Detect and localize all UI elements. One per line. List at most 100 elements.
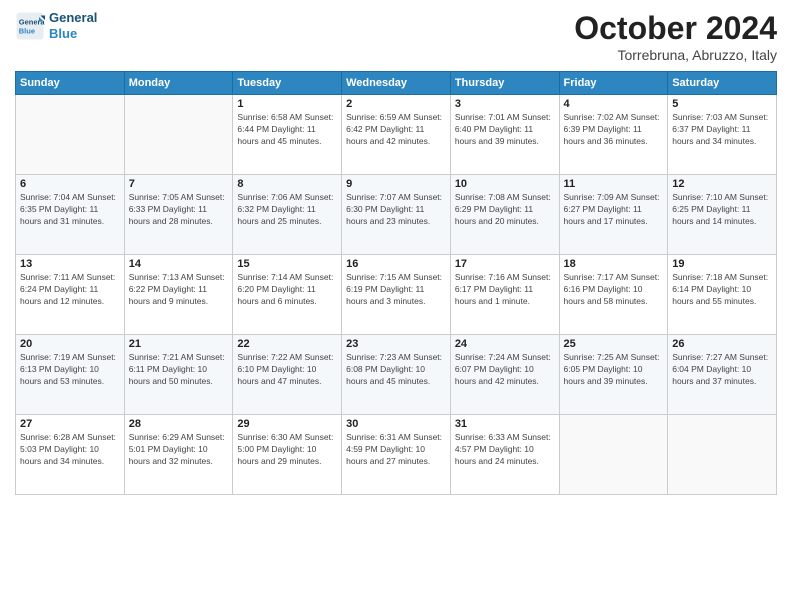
- col-thursday: Thursday: [450, 72, 559, 95]
- cell-info: Sunrise: 7:04 AM Sunset: 6:35 PM Dayligh…: [20, 192, 120, 228]
- table-row: 23Sunrise: 7:23 AM Sunset: 6:08 PM Dayli…: [342, 335, 451, 415]
- col-monday: Monday: [124, 72, 233, 95]
- table-row: 14 Sunrise: 7:13 AM Sunset: 6:22 PM Dayli…: [124, 255, 233, 335]
- logo-line1: General: [49, 10, 97, 26]
- day-number: 11: [564, 178, 664, 190]
- week-row-4: 27Sunrise: 6:28 AM Sunset: 5:03 PM Dayli…: [16, 415, 777, 495]
- cell-info: Sunrise: 7:19 AM Sunset: 6:13 PM Dayligh…: [20, 352, 120, 388]
- day-number: 21: [129, 338, 229, 350]
- cell-info: Sunrise: 7:07 AM Sunset: 6:30 PM Dayligh…: [346, 192, 446, 228]
- table-row: 20 Sunrise: 7:19 AM Sunset: 6:13 PM Dayli…: [16, 335, 125, 415]
- cell-info: Sunrise: 7:11 AM Sunset: 6:24 PM Dayligh…: [20, 272, 120, 308]
- table-row: [668, 415, 777, 495]
- table-row: [124, 95, 233, 175]
- table-row: 25 Sunrise: 7:25 AM Sunset: 6:05 PM Dayli…: [559, 335, 668, 415]
- table-row: 18Sunrise: 7:17 AM Sunset: 6:16 PM Dayli…: [559, 255, 668, 335]
- cell-info: Sunrise: 7:25 AM Sunset: 6:05 PM Dayligh…: [564, 352, 664, 388]
- svg-text:Blue: Blue: [19, 26, 35, 35]
- week-row-1: 6 Sunrise: 7:04 AM Sunset: 6:35 PM Daylig…: [16, 175, 777, 255]
- logo-line2: Blue: [49, 26, 97, 42]
- day-number: 30: [346, 418, 446, 430]
- table-row: 28 Sunrise: 6:29 AM Sunset: 5:01 PM Dayli…: [124, 415, 233, 495]
- day-number: 22: [237, 338, 337, 350]
- day-number: 8: [237, 178, 337, 190]
- table-row: 17 Sunrise: 7:16 AM Sunset: 6:17 PM Dayli…: [450, 255, 559, 335]
- calendar-header-row: Sunday Monday Tuesday Wednesday Thursday…: [16, 72, 777, 95]
- day-number: 10: [455, 178, 555, 190]
- cell-info: Sunrise: 6:30 AM Sunset: 5:00 PM Dayligh…: [237, 432, 337, 468]
- cell-info: Sunrise: 6:28 AM Sunset: 5:03 PM Dayligh…: [20, 432, 120, 468]
- month-title: October 2024: [574, 10, 777, 47]
- day-number: 6: [20, 178, 120, 190]
- day-number: 29: [237, 418, 337, 430]
- table-row: 21 Sunrise: 7:21 AM Sunset: 6:11 PM Dayli…: [124, 335, 233, 415]
- header: General Blue General Blue October 2024 T…: [15, 10, 777, 63]
- table-row: 16 Sunrise: 7:15 AM Sunset: 6:19 PM Dayli…: [342, 255, 451, 335]
- cell-info: Sunrise: 7:14 AM Sunset: 6:20 PM Dayligh…: [237, 272, 337, 308]
- table-row: 27Sunrise: 6:28 AM Sunset: 5:03 PM Dayli…: [16, 415, 125, 495]
- week-row-0: 1 Sunrise: 6:58 AM Sunset: 6:44 PM Daylig…: [16, 95, 777, 175]
- day-number: 24: [455, 338, 555, 350]
- day-number: 5: [672, 98, 772, 110]
- cell-info: Sunrise: 7:15 AM Sunset: 6:19 PM Dayligh…: [346, 272, 446, 308]
- calendar-container: General Blue General Blue October 2024 T…: [0, 0, 792, 612]
- cell-info: Sunrise: 7:01 AM Sunset: 6:40 PM Dayligh…: [455, 112, 555, 148]
- table-row: 7 Sunrise: 7:05 AM Sunset: 6:33 PM Daylig…: [124, 175, 233, 255]
- cell-info: Sunrise: 6:59 AM Sunset: 6:42 PM Dayligh…: [346, 112, 446, 148]
- week-row-3: 20 Sunrise: 7:19 AM Sunset: 6:13 PM Dayli…: [16, 335, 777, 415]
- table-row: 9 Sunrise: 7:07 AM Sunset: 6:30 PM Daylig…: [342, 175, 451, 255]
- cell-info: Sunrise: 7:16 AM Sunset: 6:17 PM Dayligh…: [455, 272, 555, 308]
- cell-info: Sunrise: 7:22 AM Sunset: 6:10 PM Dayligh…: [237, 352, 337, 388]
- table-row: 12 Sunrise: 7:10 AM Sunset: 6:25 PM Dayli…: [668, 175, 777, 255]
- day-number: 12: [672, 178, 772, 190]
- col-tuesday: Tuesday: [233, 72, 342, 95]
- day-number: 20: [20, 338, 120, 350]
- table-row: [559, 415, 668, 495]
- day-number: 31: [455, 418, 555, 430]
- col-sunday: Sunday: [16, 72, 125, 95]
- cell-info: Sunrise: 7:13 AM Sunset: 6:22 PM Dayligh…: [129, 272, 229, 308]
- svg-text:General: General: [19, 17, 45, 26]
- cell-info: Sunrise: 7:03 AM Sunset: 6:37 PM Dayligh…: [672, 112, 772, 148]
- day-number: 7: [129, 178, 229, 190]
- cell-info: Sunrise: 7:02 AM Sunset: 6:39 PM Dayligh…: [564, 112, 664, 148]
- day-number: 16: [346, 258, 446, 270]
- cell-info: Sunrise: 7:05 AM Sunset: 6:33 PM Dayligh…: [129, 192, 229, 228]
- table-row: 2 Sunrise: 6:59 AM Sunset: 6:42 PM Daylig…: [342, 95, 451, 175]
- day-number: 28: [129, 418, 229, 430]
- cell-info: Sunrise: 7:08 AM Sunset: 6:29 PM Dayligh…: [455, 192, 555, 228]
- cell-info: Sunrise: 7:21 AM Sunset: 6:11 PM Dayligh…: [129, 352, 229, 388]
- day-number: 17: [455, 258, 555, 270]
- day-number: 2: [346, 98, 446, 110]
- col-saturday: Saturday: [668, 72, 777, 95]
- calendar-table: Sunday Monday Tuesday Wednesday Thursday…: [15, 71, 777, 495]
- day-number: 18: [564, 258, 664, 270]
- day-number: 1: [237, 98, 337, 110]
- col-wednesday: Wednesday: [342, 72, 451, 95]
- day-number: 25: [564, 338, 664, 350]
- table-row: 1 Sunrise: 6:58 AM Sunset: 6:44 PM Daylig…: [233, 95, 342, 175]
- cell-info: Sunrise: 7:10 AM Sunset: 6:25 PM Dayligh…: [672, 192, 772, 228]
- table-row: 3Sunrise: 7:01 AM Sunset: 6:40 PM Daylig…: [450, 95, 559, 175]
- cell-info: Sunrise: 6:33 AM Sunset: 4:57 PM Dayligh…: [455, 432, 555, 468]
- table-row: 15Sunrise: 7:14 AM Sunset: 6:20 PM Dayli…: [233, 255, 342, 335]
- table-row: 31 Sunrise: 6:33 AM Sunset: 4:57 PM Dayli…: [450, 415, 559, 495]
- table-row: 5 Sunrise: 7:03 AM Sunset: 6:37 PM Daylig…: [668, 95, 777, 175]
- table-row: 8 Sunrise: 7:06 AM Sunset: 6:32 PM Daylig…: [233, 175, 342, 255]
- table-row: 19Sunrise: 7:18 AM Sunset: 6:14 PM Dayli…: [668, 255, 777, 335]
- table-row: 30 Sunrise: 6:31 AM Sunset: 4:59 PM Dayli…: [342, 415, 451, 495]
- cell-info: Sunrise: 6:31 AM Sunset: 4:59 PM Dayligh…: [346, 432, 446, 468]
- day-number: 14: [129, 258, 229, 270]
- day-number: 9: [346, 178, 446, 190]
- cell-info: Sunrise: 7:06 AM Sunset: 6:32 PM Dayligh…: [237, 192, 337, 228]
- logo: General Blue General Blue: [15, 10, 97, 41]
- table-row: 29 Sunrise: 6:30 AM Sunset: 5:00 PM Dayli…: [233, 415, 342, 495]
- col-friday: Friday: [559, 72, 668, 95]
- cell-info: Sunrise: 6:58 AM Sunset: 6:44 PM Dayligh…: [237, 112, 337, 148]
- week-row-2: 13 Sunrise: 7:11 AM Sunset: 6:24 PM Dayli…: [16, 255, 777, 335]
- table-row: 6 Sunrise: 7:04 AM Sunset: 6:35 PM Daylig…: [16, 175, 125, 255]
- table-row: 11Sunrise: 7:09 AM Sunset: 6:27 PM Dayli…: [559, 175, 668, 255]
- day-number: 13: [20, 258, 120, 270]
- cell-info: Sunrise: 6:29 AM Sunset: 5:01 PM Dayligh…: [129, 432, 229, 468]
- title-block: October 2024 Torrebruna, Abruzzo, Italy: [574, 10, 777, 63]
